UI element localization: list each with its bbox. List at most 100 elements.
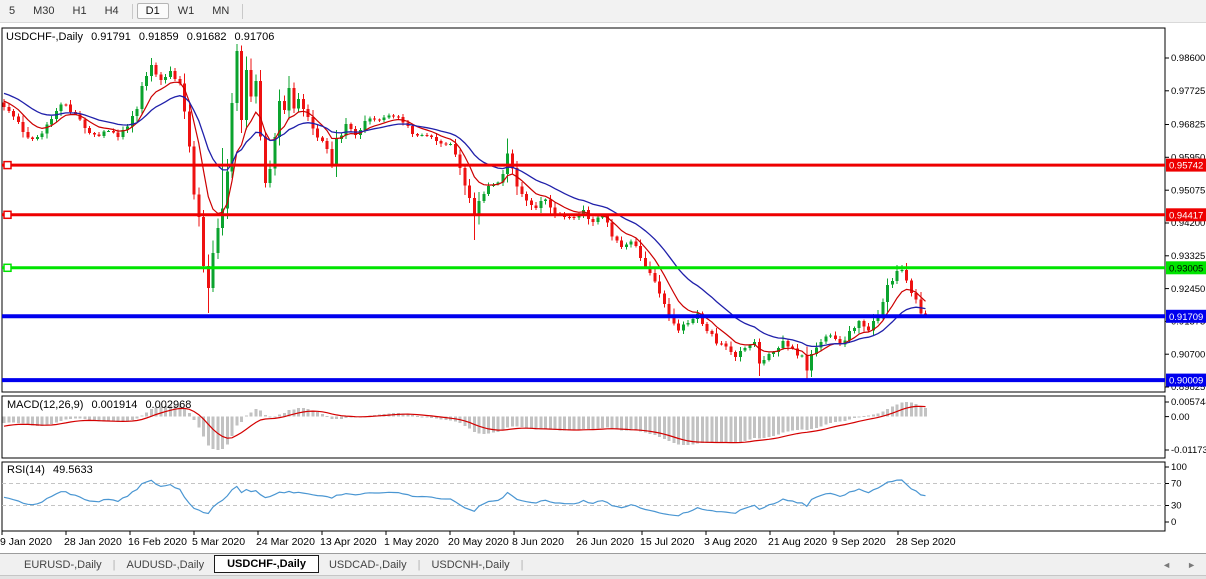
macd-bar bbox=[544, 417, 547, 430]
macd-bar bbox=[69, 417, 72, 419]
candle-body bbox=[886, 285, 889, 302]
macd-bar bbox=[782, 417, 785, 433]
candle-body bbox=[188, 111, 191, 146]
candle-body bbox=[69, 105, 72, 113]
macd-bar bbox=[573, 417, 576, 431]
macd-bar bbox=[791, 417, 794, 431]
candle-body bbox=[22, 122, 25, 132]
candle-body bbox=[60, 104, 63, 111]
candle-body bbox=[725, 344, 728, 347]
macd-bar bbox=[891, 407, 894, 417]
macd-bar bbox=[725, 417, 728, 443]
candle-body bbox=[155, 65, 158, 74]
candle-body bbox=[150, 65, 153, 76]
candle-body bbox=[881, 302, 884, 315]
candle-body bbox=[107, 131, 110, 132]
candle-body bbox=[83, 120, 86, 128]
candle-body bbox=[411, 126, 414, 134]
candle-body bbox=[805, 356, 808, 371]
macd-bar bbox=[682, 417, 685, 446]
macd-bar bbox=[50, 417, 53, 425]
candle-body bbox=[862, 321, 865, 326]
macd-bar bbox=[549, 417, 552, 430]
macd-bar bbox=[231, 417, 234, 437]
rsi-indicator-label: RSI(14) 49.5633 bbox=[7, 464, 98, 476]
candle-body bbox=[573, 217, 576, 218]
macd-bar bbox=[316, 412, 319, 417]
candle-body bbox=[625, 245, 628, 247]
candle-body bbox=[335, 139, 338, 165]
candle-body bbox=[734, 352, 737, 357]
macd-bar bbox=[611, 417, 614, 429]
macd-bar bbox=[634, 417, 637, 431]
candle-body bbox=[763, 360, 766, 364]
price-axis-scale[interactable] bbox=[1165, 28, 1206, 531]
macd-bar bbox=[226, 417, 229, 445]
macd-bar bbox=[321, 414, 324, 417]
time-axis-scale[interactable] bbox=[2, 531, 1165, 550]
macd-bar bbox=[843, 417, 846, 421]
macd-bar bbox=[829, 417, 832, 423]
macd-bar bbox=[74, 417, 77, 419]
macd-bar bbox=[606, 417, 609, 428]
macd-bar bbox=[330, 417, 333, 419]
candle-body bbox=[820, 342, 823, 348]
candle-body bbox=[297, 99, 300, 109]
macd-bar bbox=[630, 417, 633, 431]
candle-body bbox=[758, 342, 761, 364]
candle-body bbox=[900, 270, 903, 271]
macd-bar bbox=[729, 417, 732, 443]
macd-bar bbox=[668, 417, 671, 441]
macd-bar bbox=[706, 417, 709, 443]
candle-body bbox=[136, 109, 139, 116]
candle-body bbox=[720, 343, 723, 344]
candle-body bbox=[283, 101, 286, 110]
macd-bar bbox=[563, 417, 566, 431]
macd-bar bbox=[83, 417, 86, 420]
candle-body bbox=[193, 147, 196, 195]
macd-bar bbox=[79, 417, 82, 419]
macd-bar bbox=[672, 417, 675, 443]
candle-body bbox=[378, 120, 381, 121]
candle-body bbox=[164, 77, 167, 80]
candle-body bbox=[473, 198, 476, 215]
level-drag-handle[interactable] bbox=[4, 162, 11, 169]
candle-body bbox=[691, 319, 694, 323]
macd-bar bbox=[340, 417, 343, 419]
macd-bar bbox=[60, 417, 63, 421]
macd-bar bbox=[3, 417, 6, 423]
level-drag-handle[interactable] bbox=[4, 211, 11, 218]
macd-bar bbox=[501, 417, 504, 431]
chart-canvas[interactable]: 0.986000.977250.968250.959500.950750.942… bbox=[0, 0, 1206, 579]
macd-bar bbox=[131, 417, 134, 420]
candle-body bbox=[767, 354, 770, 360]
candle-body bbox=[853, 328, 856, 331]
candle-body bbox=[615, 236, 618, 240]
macd-bar bbox=[739, 417, 742, 442]
ohlc-open: 0.91791 bbox=[91, 31, 131, 43]
macd-bar bbox=[872, 415, 875, 417]
macd-bar bbox=[615, 417, 618, 430]
candle-body bbox=[729, 346, 732, 352]
macd-bar bbox=[22, 417, 25, 424]
macd-bar bbox=[307, 409, 310, 417]
candle-body bbox=[620, 241, 623, 247]
candle-body bbox=[45, 125, 48, 134]
macd-bar bbox=[862, 416, 865, 417]
macd-bar bbox=[245, 416, 248, 417]
macd-bar bbox=[506, 417, 509, 428]
macd-bar bbox=[55, 417, 58, 423]
candle-body bbox=[235, 51, 238, 103]
macd-bar bbox=[720, 417, 723, 443]
macd-bar bbox=[924, 408, 927, 417]
level-drag-handle[interactable] bbox=[4, 264, 11, 271]
candle-body bbox=[145, 76, 148, 86]
candle-body bbox=[463, 168, 466, 185]
candle-body bbox=[829, 335, 832, 336]
macd-bar bbox=[919, 406, 922, 417]
macd-bar bbox=[425, 417, 428, 418]
macd-bar bbox=[516, 417, 519, 427]
macd-bar bbox=[839, 417, 842, 422]
macd-bar bbox=[777, 417, 780, 435]
candle-body bbox=[212, 253, 215, 288]
